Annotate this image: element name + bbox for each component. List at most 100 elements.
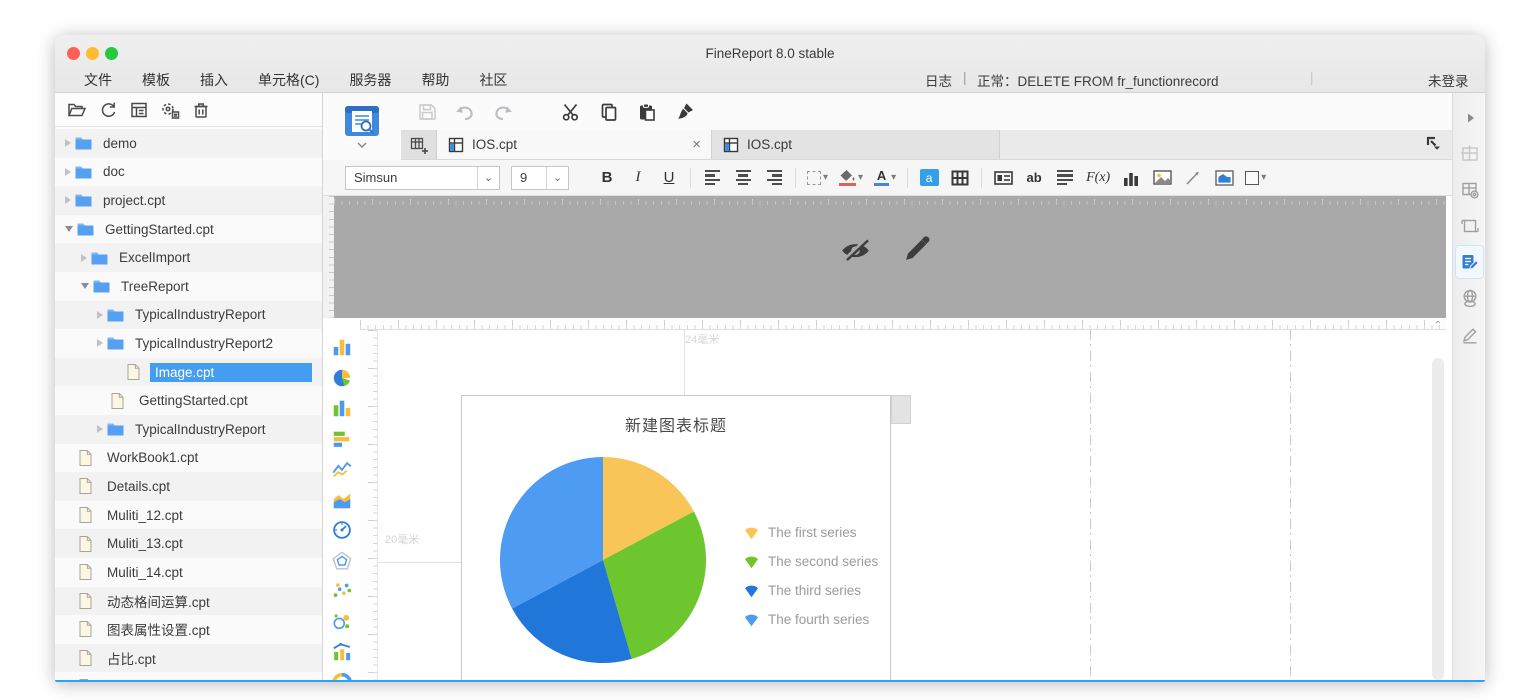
tree-folder-TreeReport[interactable]: TreeReport xyxy=(55,272,322,301)
tab-ios-cpt-active[interactable]: IOS.cpt × xyxy=(437,130,712,159)
cut-button[interactable] xyxy=(559,100,583,124)
column-chart-icon[interactable] xyxy=(331,336,353,358)
insert-chart-button[interactable] xyxy=(1121,166,1141,190)
radar-chart-icon[interactable] xyxy=(331,550,353,572)
border-button[interactable]: ▾ xyxy=(807,166,828,190)
login-button[interactable]: 未登录 xyxy=(1428,70,1469,90)
float-element-icon[interactable] xyxy=(1453,209,1485,243)
merge-cell-button[interactable]: a xyxy=(919,166,939,190)
fill-color-button[interactable]: ▾ xyxy=(839,166,863,190)
font-family-select[interactable]: Simsun ⌄ xyxy=(345,166,500,190)
tab-close-icon[interactable]: × xyxy=(692,136,701,153)
open-folder-icon[interactable] xyxy=(66,99,88,121)
grid-button[interactable] xyxy=(950,166,970,190)
tree-file-Muliti_12.cpt[interactable]: Muliti_12.cpt xyxy=(55,501,322,530)
expand-arrow-icon[interactable] xyxy=(97,311,103,319)
format-brush-button[interactable] xyxy=(673,100,697,124)
bold-button[interactable]: B xyxy=(597,166,617,190)
gauge-chart-icon[interactable] xyxy=(331,519,353,541)
tree-file-动态格间运算.cpt[interactable]: 动态格间运算.cpt xyxy=(55,587,322,616)
tab-list-icon[interactable] xyxy=(1424,134,1442,155)
expand-arrow-icon[interactable] xyxy=(65,168,71,176)
collapse-arrow-icon[interactable] xyxy=(65,226,73,232)
font-size-select[interactable]: 9 ⌄ xyxy=(511,166,569,190)
tree-folder-project.cpt[interactable]: project.cpt xyxy=(55,186,322,215)
underline-button[interactable]: U xyxy=(659,166,679,190)
condition-attributes-icon[interactable] xyxy=(1455,245,1484,279)
menu-server[interactable]: 服务器 xyxy=(334,68,406,92)
form-widget-button[interactable] xyxy=(993,166,1013,190)
copy-button[interactable] xyxy=(597,100,621,124)
report-view-icon[interactable] xyxy=(128,99,150,121)
line-chart-icon[interactable] xyxy=(331,458,353,480)
tree-folder-TypicalIndustryReport[interactable]: TypicalIndustryReport xyxy=(55,415,322,444)
vertical-scrollbar[interactable] xyxy=(1432,358,1444,680)
formula-button[interactable]: F(x) xyxy=(1086,166,1110,190)
preview-button[interactable] xyxy=(323,93,401,160)
collapse-arrow-icon[interactable] xyxy=(81,283,89,289)
expand-arrow-icon[interactable] xyxy=(97,339,103,347)
menu-file[interactable]: 文件 xyxy=(69,68,127,92)
expand-arrow-icon[interactable] xyxy=(65,139,71,147)
tree-file-构件树_分层构建.cpt[interactable]: 构件树_分层构建.cpt xyxy=(55,672,322,680)
menu-template[interactable]: 模板 xyxy=(127,68,185,92)
bar-chart-icon[interactable] xyxy=(331,428,353,450)
tree-folder-doc[interactable]: doc xyxy=(55,158,322,187)
menu-community[interactable]: 社区 xyxy=(464,68,522,92)
cell-element-icon[interactable] xyxy=(1453,173,1485,207)
eye-off-icon[interactable] xyxy=(837,234,874,266)
expand-arrow-icon[interactable] xyxy=(65,196,71,204)
refresh-icon[interactable] xyxy=(97,99,119,121)
widget-editor-icon[interactable] xyxy=(1453,317,1485,351)
tree-file-占比.cpt[interactable]: 占比.cpt xyxy=(55,644,322,673)
pie-chart[interactable] xyxy=(496,453,710,667)
new-template-button[interactable] xyxy=(401,130,437,159)
cell-attributes-icon[interactable] xyxy=(1453,137,1485,171)
frame-image-button[interactable] xyxy=(1214,166,1234,190)
tree-file-Image.cpt[interactable]: Image.cpt xyxy=(55,358,322,387)
expand-arrow-icon[interactable] xyxy=(81,254,87,262)
menu-help[interactable]: 帮助 xyxy=(406,68,464,92)
rich-text-button[interactable] xyxy=(1055,166,1075,190)
menu-cell[interactable]: 单元格(C) xyxy=(243,68,334,92)
tree-file-Muliti_13.cpt[interactable]: Muliti_13.cpt xyxy=(55,529,322,558)
report-canvas[interactable]: 24毫米 20毫米 新建图表标题 The first seriesThe sec… xyxy=(323,318,1452,680)
edit-pencil-icon[interactable] xyxy=(900,234,932,266)
shape-button[interactable]: ▾ xyxy=(1245,166,1266,190)
expand-arrow-icon[interactable] xyxy=(97,425,103,433)
paste-button[interactable] xyxy=(635,100,659,124)
tree-file-WorkBook1.cpt[interactable]: WorkBook1.cpt xyxy=(55,444,322,473)
pie-chart-icon[interactable] xyxy=(331,367,353,389)
line-tool-button[interactable] xyxy=(1183,166,1203,190)
menu-insert[interactable]: 插入 xyxy=(185,68,243,92)
tree-file-Muliti_14.cpt[interactable]: Muliti_14.cpt xyxy=(55,558,322,587)
tree-file-Details.cpt[interactable]: Details.cpt xyxy=(55,472,322,501)
delete-icon[interactable] xyxy=(190,99,212,121)
insert-image-button[interactable] xyxy=(1152,166,1172,190)
scroll-up-icon[interactable]: ⌃ xyxy=(1432,320,1444,332)
expand-arrow-icon[interactable] xyxy=(1453,101,1485,135)
scatter-chart-icon[interactable] xyxy=(331,580,353,602)
align-left-button[interactable] xyxy=(702,166,722,190)
tree-folder-GettingStarted.cpt[interactable]: GettingStarted.cpt xyxy=(55,215,322,244)
plugin-settings-icon[interactable] xyxy=(159,99,181,121)
align-center-button[interactable] xyxy=(733,166,753,190)
font-color-button[interactable]: A ▾ xyxy=(874,166,896,190)
tree-folder-TypicalIndustryReport2[interactable]: TypicalIndustryReport2 xyxy=(55,329,322,358)
bubble-chart-icon[interactable] xyxy=(331,611,353,633)
donut-chart-icon[interactable] xyxy=(331,672,353,681)
hyperlink-icon[interactable] xyxy=(1453,281,1485,315)
grid-cell[interactable] xyxy=(891,395,911,424)
preview-dropdown-icon[interactable] xyxy=(357,142,367,148)
tree-folder-TypicalIndustryReport[interactable]: TypicalIndustryReport xyxy=(55,301,322,330)
align-right-button[interactable] xyxy=(764,166,784,190)
text-button[interactable]: ab xyxy=(1024,166,1044,190)
tree-folder-ExcelImport[interactable]: ExcelImport xyxy=(55,243,322,272)
area-chart-icon[interactable] xyxy=(331,489,353,511)
log-link[interactable]: 日志 xyxy=(925,70,952,90)
tab-ios-cpt-inactive[interactable]: IOS.cpt xyxy=(712,130,1000,159)
column3d-chart-icon[interactable] xyxy=(331,397,353,419)
tree-folder-demo[interactable]: demo xyxy=(55,129,322,158)
combo-chart-icon[interactable] xyxy=(331,641,353,663)
tree-file-图表属性设置.cpt[interactable]: 图表属性设置.cpt xyxy=(55,615,322,644)
